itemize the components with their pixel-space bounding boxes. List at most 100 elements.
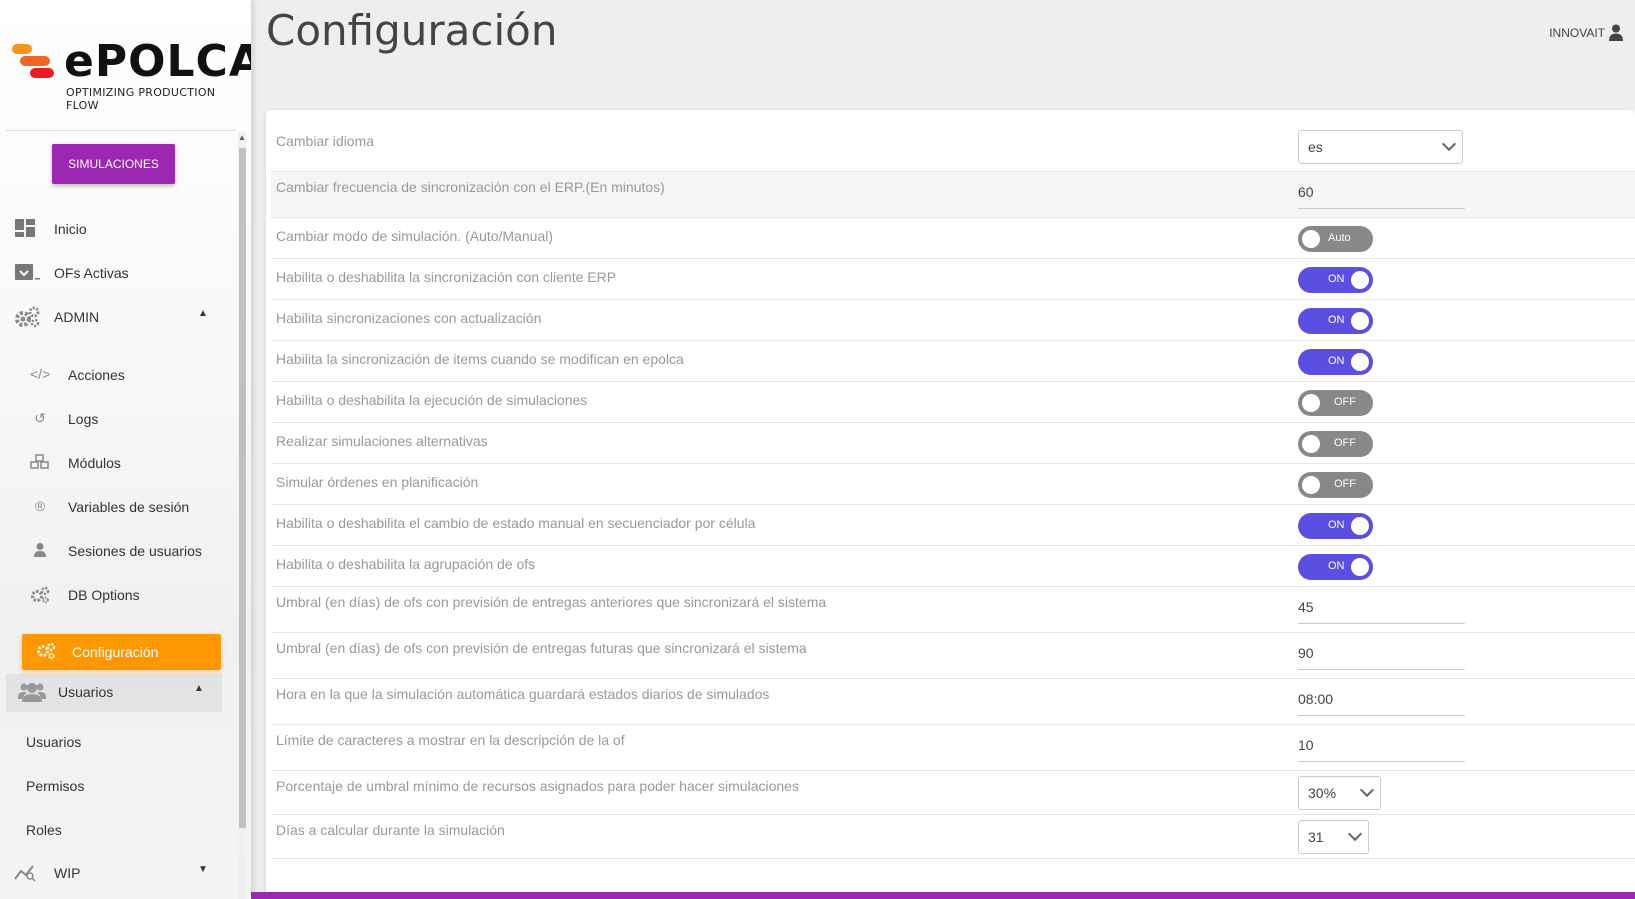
sidebar-item-label: OFs Activas [54,265,129,281]
setting-label: Cambiar modo de simulación. (Auto/Manual… [276,228,554,244]
gears-icon [36,642,56,661]
settings-row: Umbral (en días) de ofs con previsión de… [271,633,1635,679]
sidebar-item-label: Sesiones de usuarios [68,543,202,559]
setting-toggle[interactable]: Auto [1298,226,1373,252]
select-value: 31 [1308,829,1324,845]
select-value: es [1308,139,1323,155]
sidebar-item-roles[interactable]: Roles [26,822,62,838]
settings-row: Habilita o deshabilita la agrupación de … [271,546,1635,587]
brand-name: ePOLCA [64,36,251,87]
setting-input[interactable]: 90 [1298,645,1465,670]
history-icon: ↺ [34,410,46,426]
setting-toggle[interactable]: OFF [1298,431,1373,457]
footer-bar [251,892,1635,899]
settings-row: Cambiar idioma es [271,126,1635,172]
toggle-knob [1302,435,1320,453]
setting-input[interactable]: 10 [1298,737,1465,762]
settings-row: Cambiar frecuencia de sincronización con… [271,172,1635,218]
toggle-label: OFF [1334,478,1356,490]
settings-row: Hora en la que la simulación automática … [271,679,1635,725]
sidebar-item-inicio[interactable]: Inicio [14,218,87,240]
sidebar-item-usuarios-section[interactable]: Usuarios ▲ [18,681,208,703]
dashboard-icon [14,218,40,240]
sidebar-item-permisos[interactable]: Permisos [26,778,84,794]
sidebar-item-wip[interactable]: WIP ▼ [14,862,214,884]
toggle-label: ON [1328,355,1345,367]
select-value: 30% [1308,785,1337,801]
toggle-label: ON [1328,273,1345,285]
toggle-label: ON [1328,519,1345,531]
setting-toggle[interactable]: OFF [1298,472,1373,498]
setting-label: Habilita o deshabilita la ejecución de s… [276,392,588,408]
sidebar-item-usuarios[interactable]: Usuarios [26,734,81,750]
setting-input[interactable]: 45 [1298,599,1465,624]
settings-row: Habilita o deshabilita la sincronización… [271,259,1635,300]
sidebar-item-label: Logs [68,411,99,427]
settings-row: Realizar simulaciones alternativas OFF [271,423,1635,464]
toggle-label: ON [1328,560,1345,572]
sidebar-item-modulos[interactable]: Módulos [30,454,121,472]
toggle-label: OFF [1334,437,1356,449]
settings-row: Habilita sincronizaciones con actualizac… [271,300,1635,341]
setting-toggle[interactable]: ON [1298,267,1373,293]
setting-select[interactable]: 30% [1298,776,1381,810]
setting-select[interactable]: 31 [1298,820,1369,854]
setting-label: Habilita o deshabilita el cambio de esta… [276,515,756,531]
settings-list: Cambiar idioma es Cambiar frecuencia de si… [271,126,1635,859]
settings-row: Límite de caracteres a mostrar en la des… [271,725,1635,771]
gears-icon [14,306,40,328]
sidebar-item-label: Acciones [68,367,125,383]
settings-row: Cambiar modo de simulación. (Auto/Manual… [271,218,1635,259]
setting-label: Umbral (en días) de ofs con previsión de… [276,640,807,656]
setting-toggle[interactable]: ON [1298,554,1373,580]
sidebar-scrollbar-thumb[interactable] [239,148,246,828]
setting-label: Porcentaje de umbral mínimo de recursos … [276,778,799,794]
users-icon [18,681,46,703]
simulaciones-button[interactable]: SIMULACIONES [52,144,175,184]
sidebar-item-db-options[interactable]: DB Options [30,586,140,604]
toggle-label: Auto [1328,232,1351,244]
sidebar-item-admin[interactable]: ADMIN ▲ [14,306,214,328]
sidebar-item-label: ADMIN [54,309,100,325]
setting-input[interactable]: 60 [1298,184,1465,209]
scroll-up-icon[interactable]: ▲ [238,133,246,142]
chart-line-icon [14,862,40,884]
sidebar-item-sesiones-usuarios[interactable]: Sesiones de usuarios [30,542,202,560]
setting-label: Habilita o deshabilita la agrupación de … [276,556,536,572]
sidebar-item-acciones[interactable]: </> Acciones [30,366,125,384]
sidebar: ePOLCA OPTIMIZING PRODUCTION FLOW SIMULA… [0,0,251,899]
setting-toggle[interactable]: ON [1298,308,1373,334]
settings-row: Habilita o deshabilita la ejecución de s… [271,382,1635,423]
archive-icon [14,262,40,284]
setting-label: Realizar simulaciones alternativas [276,433,488,449]
toggle-knob [1351,271,1369,289]
user-icon [1609,24,1623,42]
setting-label: Cambiar frecuencia de sincronización con… [276,179,665,195]
setting-label: Habilita o deshabilita la sincronización… [276,269,617,285]
toggle-knob [1351,517,1369,535]
sidebar-item-ofs-activas[interactable]: OFs Activas [14,262,129,284]
settings-row: Porcentaje de umbral mínimo de recursos … [271,771,1635,815]
sidebar-item-label: Inicio [54,221,87,237]
caret-up-icon: ▲ [198,308,208,319]
setting-label: Umbral (en días) de ofs con previsión de… [276,594,827,610]
sidebar-item-label: Usuarios [58,684,114,700]
sidebar-item-variables-sesion[interactable]: ® Variables de sesión [30,498,189,516]
toggle-knob [1302,394,1320,412]
toggle-label: OFF [1334,396,1356,408]
settings-row: Habilita o deshabilita el cambio de esta… [271,505,1635,546]
setting-label: Cambiar idioma [276,133,375,149]
setting-toggle[interactable]: OFF [1298,390,1373,416]
setting-toggle[interactable]: ON [1298,349,1373,375]
sidebar-item-configuracion[interactable]: Configuración [22,634,221,670]
user-name: INNOVAIT [1549,26,1605,40]
setting-input[interactable]: 08:00 [1298,691,1465,716]
epolca-logo[interactable]: ePOLCA OPTIMIZING PRODUCTION FLOW [10,36,251,112]
setting-select[interactable]: es [1298,130,1463,164]
sidebar-item-label: Variables de sesión [68,499,190,515]
setting-toggle[interactable]: ON [1298,513,1373,539]
user-menu[interactable]: INNOVAIT [1549,24,1623,42]
logo-mark-icon [10,42,56,82]
sidebar-item-logs[interactable]: ↺ Logs [30,410,98,428]
cubes-icon [30,454,50,472]
